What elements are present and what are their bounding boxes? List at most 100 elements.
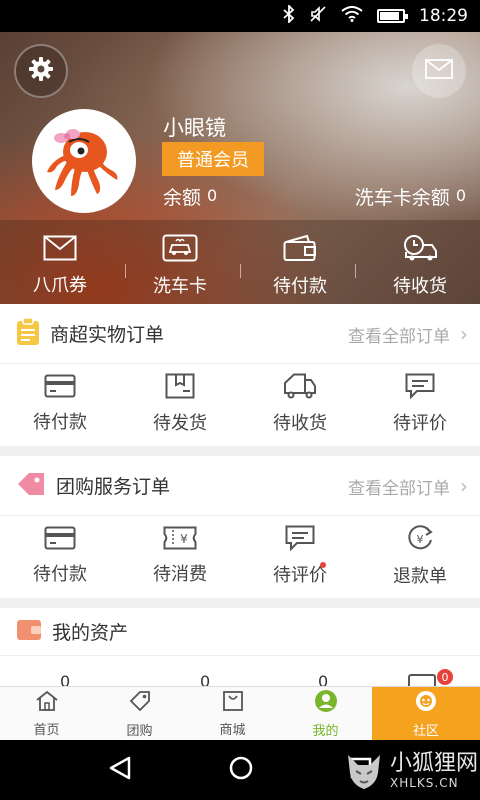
nav-label: 团购 bbox=[126, 723, 153, 739]
order-status-label: 待付款 bbox=[33, 412, 87, 433]
group-order-pending-use[interactable]: ¥ 待消费 bbox=[120, 516, 240, 596]
group-orders-title: 团购服务订单 bbox=[56, 476, 171, 498]
chevron-right-icon: › bbox=[460, 474, 468, 498]
svg-text:¥: ¥ bbox=[417, 533, 424, 546]
group-order-pending-payment[interactable]: 待付款 bbox=[0, 516, 120, 596]
car-wash-card-balance[interactable]: 洗车卡余额 0 bbox=[355, 183, 466, 210]
comment-icon bbox=[285, 525, 315, 555]
nav-label: 商城 bbox=[219, 722, 246, 738]
messages-badge: 0 bbox=[436, 668, 454, 686]
order-status-label: 待消费 bbox=[153, 564, 207, 585]
price-tag-icon bbox=[16, 471, 46, 501]
group-order-pending-review[interactable]: 待评价 bbox=[240, 516, 360, 596]
member-level-badge: 普通会员 bbox=[162, 142, 264, 176]
messages-button[interactable] bbox=[412, 44, 466, 98]
quick-action-coupons[interactable]: 八爪券 bbox=[0, 228, 120, 304]
back-button[interactable] bbox=[107, 755, 133, 785]
quick-action-car-wash-card[interactable]: 洗车卡 bbox=[120, 228, 240, 304]
notification-dot bbox=[320, 562, 326, 568]
svg-text:¥: ¥ bbox=[180, 532, 188, 546]
status-time: 18:29 bbox=[419, 6, 468, 26]
order-status-label: 待评价 bbox=[393, 413, 447, 434]
nav-label: 首页 bbox=[33, 722, 60, 738]
chevron-right-icon: › bbox=[460, 322, 468, 346]
ticket-icon: ¥ bbox=[163, 526, 197, 554]
asset-value[interactable]: 0 bbox=[60, 672, 70, 686]
clipboard-icon bbox=[16, 316, 40, 350]
nav-label: 社区 bbox=[412, 723, 439, 739]
home-circle-icon bbox=[229, 756, 253, 780]
order-status-label: 待发货 bbox=[153, 413, 207, 434]
nav-community[interactable]: 社区 bbox=[372, 687, 480, 740]
quick-action-label: 待收货 bbox=[393, 276, 447, 297]
order-status-label: 退款单 bbox=[393, 566, 447, 587]
profile-header: 小眼镜 普通会员 余额 0 洗车卡余额 0 八爪券 洗车卡 待付款 待收货 bbox=[0, 32, 480, 304]
watermark-subtext: XHLKS.CN bbox=[390, 776, 459, 790]
status-bar: 18:29 bbox=[0, 0, 480, 32]
tag-icon bbox=[128, 689, 152, 717]
physical-orders-card: 商超实物订单 查看全部订单 › 待付款 待发货 待收货 待评价 bbox=[0, 304, 480, 446]
balance-value: 0 bbox=[207, 186, 218, 205]
wifi-icon bbox=[341, 6, 363, 26]
mail-icon bbox=[425, 59, 453, 83]
username: 小眼镜 bbox=[163, 116, 226, 140]
asset-value[interactable]: 0 bbox=[200, 672, 210, 686]
physical-order-status-row: 待付款 待发货 待收货 待评价 bbox=[0, 364, 480, 444]
settings-button[interactable] bbox=[14, 44, 68, 98]
shopping-bag-icon bbox=[222, 690, 244, 716]
quick-action-pending-payment[interactable]: 待付款 bbox=[240, 228, 360, 304]
community-icon bbox=[413, 689, 439, 717]
gear-icon bbox=[28, 56, 54, 86]
divider bbox=[240, 264, 241, 278]
group-orders-card: 团购服务订单 查看全部订单 › 待付款 ¥ 待消费 待评价 ¥ 退款单 bbox=[0, 456, 480, 598]
home-icon bbox=[35, 690, 59, 716]
physical-orders-title: 商超实物订单 bbox=[50, 324, 165, 346]
physical-order-pending-shipment[interactable]: 待发货 bbox=[120, 364, 240, 444]
order-status-label: 待付款 bbox=[33, 564, 87, 585]
view-all-label: 查看全部订单 bbox=[348, 326, 450, 347]
my-assets-card: 我的资产 0 0 0 0 bbox=[0, 608, 480, 686]
refund-icon: ¥ bbox=[406, 524, 434, 556]
watermark: 小狐狸网 XHLKS.CN bbox=[342, 742, 480, 800]
view-all-group-orders-link[interactable]: 查看全部订单 › bbox=[348, 456, 468, 516]
divider bbox=[125, 264, 126, 278]
avatar[interactable] bbox=[32, 109, 136, 213]
box-icon bbox=[165, 373, 195, 403]
nav-mine[interactable]: 我的 bbox=[279, 687, 372, 740]
card-icon bbox=[44, 374, 76, 402]
view-all-physical-orders-link[interactable]: 查看全部订单 › bbox=[348, 304, 468, 364]
home-button[interactable] bbox=[228, 755, 254, 785]
user-icon bbox=[314, 689, 338, 717]
quick-action-pending-receipt[interactable]: 待收货 bbox=[360, 228, 480, 304]
card-icon bbox=[44, 526, 76, 554]
truck-icon bbox=[283, 373, 317, 403]
nav-home[interactable]: 首页 bbox=[0, 687, 93, 740]
asset-value[interactable]: 0 bbox=[318, 672, 328, 686]
group-orders-header[interactable]: 团购服务订单 查看全部订单 › bbox=[0, 456, 480, 516]
physical-order-pending-receipt[interactable]: 待收货 bbox=[240, 364, 360, 444]
physical-order-pending-review[interactable]: 待评价 bbox=[360, 364, 480, 444]
my-assets-header: 我的资产 bbox=[0, 608, 480, 656]
nav-mall[interactable]: 商城 bbox=[186, 687, 279, 740]
balance[interactable]: 余额 0 bbox=[163, 183, 217, 210]
wallet-icon bbox=[16, 619, 42, 645]
physical-order-pending-payment[interactable]: 待付款 bbox=[0, 364, 120, 444]
list-icon[interactable] bbox=[408, 674, 436, 686]
group-order-refunds[interactable]: ¥ 退款单 bbox=[360, 516, 480, 596]
octopus-mascot-icon bbox=[47, 129, 118, 196]
my-assets-title: 我的资产 bbox=[52, 622, 129, 644]
quick-action-label: 待付款 bbox=[273, 276, 327, 297]
watermark-text: 小狐狸网 bbox=[390, 751, 479, 776]
group-order-status-row: 待付款 ¥ 待消费 待评价 ¥ 退款单 bbox=[0, 516, 480, 596]
coupon-envelope-icon bbox=[43, 235, 77, 265]
mute-icon bbox=[309, 5, 327, 27]
wallet-icon bbox=[283, 234, 317, 266]
nav-label: 我的 bbox=[312, 723, 339, 739]
physical-orders-header[interactable]: 商超实物订单 查看全部订单 › bbox=[0, 304, 480, 364]
divider bbox=[355, 264, 356, 278]
back-triangle-icon bbox=[110, 756, 131, 780]
fox-logo-icon bbox=[348, 755, 380, 789]
nav-group-buy[interactable]: 团购 bbox=[93, 687, 186, 740]
card-balance-label: 洗车卡余额 bbox=[354, 187, 450, 209]
car-wash-card-icon bbox=[162, 234, 198, 266]
